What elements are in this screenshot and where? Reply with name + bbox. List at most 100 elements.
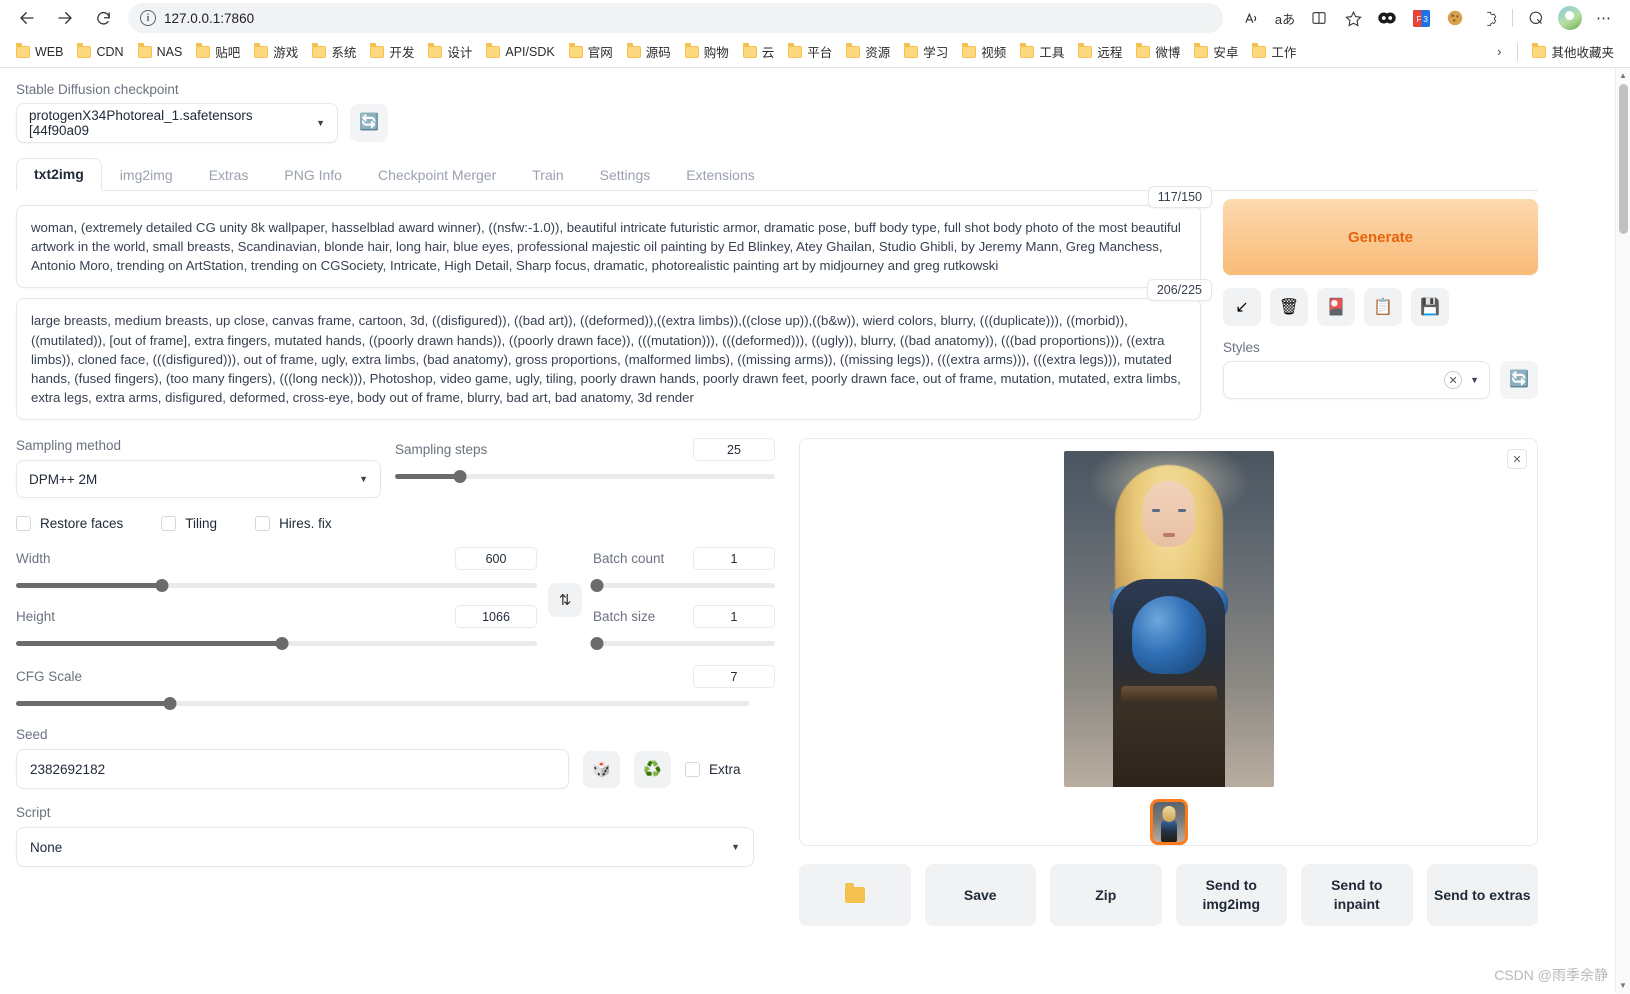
refresh-checkpoints-button[interactable]: 🔄: [350, 104, 388, 142]
sampling-method-select[interactable]: DPM++ 2M ▼: [16, 460, 381, 499]
open-folder-button[interactable]: [799, 864, 911, 927]
bookmark-item[interactable]: 微博: [1130, 39, 1186, 64]
seed-input[interactable]: 2382692182: [16, 749, 569, 790]
tab-img2img[interactable]: img2img: [102, 159, 191, 191]
close-icon[interactable]: ✕: [1507, 449, 1527, 470]
bookmark-item[interactable]: 安卓: [1188, 39, 1244, 64]
bookmark-item[interactable]: 工作: [1246, 39, 1302, 64]
bookmark-item[interactable]: 工具: [1014, 39, 1070, 64]
recycle-reuse-icon[interactable]: ♻️: [634, 750, 671, 788]
bookmark-item[interactable]: 贴吧: [190, 39, 246, 64]
bookmark-item[interactable]: 购物: [679, 39, 735, 64]
forward-arrow-icon[interactable]: [48, 3, 82, 33]
arrow-paste-icon[interactable]: ↙: [1223, 288, 1261, 326]
bookmark-item[interactable]: API/SDK: [480, 42, 560, 62]
folder-icon: [1252, 42, 1267, 58]
send-to-extras-button[interactable]: Send to extras: [1426, 864, 1538, 927]
bookmark-item[interactable]: 官网: [563, 39, 619, 64]
tab-extensions[interactable]: Extensions: [668, 159, 772, 191]
bookmark-item[interactable]: WEB: [10, 42, 69, 62]
batch-count-value[interactable]: 1: [693, 547, 775, 571]
hires-fix-checkbox[interactable]: Hires. fix: [255, 516, 332, 532]
sampling-steps-slider[interactable]: [395, 468, 775, 484]
bookmark-item[interactable]: 远程: [1072, 39, 1128, 64]
width-value[interactable]: 600: [455, 547, 537, 571]
send-to-inpaint-button[interactable]: Send to inpaint: [1301, 864, 1413, 927]
negative-prompt-input[interactable]: large breasts, medium breasts, up close,…: [16, 298, 1201, 421]
folder-icon: [254, 42, 269, 58]
clear-x-icon[interactable]: ✕: [1444, 371, 1463, 389]
batch-count-slider[interactable]: [590, 577, 775, 593]
bookmark-item[interactable]: 平台: [782, 39, 838, 64]
bookmark-item[interactable]: 云: [737, 39, 781, 64]
bookmark-item[interactable]: 资源: [840, 39, 896, 64]
bookmark-item[interactable]: 系统: [306, 39, 362, 64]
tab-txt2img[interactable]: txt2img: [16, 158, 102, 191]
other-bookmarks-button[interactable]: 其他收藏夹: [1526, 39, 1620, 64]
bookmark-item[interactable]: 视频: [956, 39, 1012, 64]
scroll-down-arrow[interactable]: ▼: [1616, 978, 1630, 993]
translate-icon[interactable]: aあ: [1269, 3, 1301, 33]
bookmark-item[interactable]: NAS: [132, 42, 189, 62]
generate-button[interactable]: Generate: [1223, 199, 1538, 275]
cfg-value[interactable]: 7: [693, 665, 775, 689]
result-thumbnail[interactable]: [1149, 799, 1188, 846]
save-button[interactable]: Save: [924, 864, 1036, 927]
page-scrollbar[interactable]: ▲ ▼: [1615, 68, 1630, 993]
bookmark-item[interactable]: 学习: [898, 39, 954, 64]
sampling-steps-value[interactable]: 25: [693, 438, 775, 462]
script-select[interactable]: None ▼: [16, 827, 754, 868]
tab-extras[interactable]: Extras: [191, 159, 267, 191]
bookmark-item[interactable]: 源码: [621, 39, 677, 64]
extension-f3-icon[interactable]: F3: [1405, 3, 1437, 33]
tab-train[interactable]: Train: [514, 159, 581, 191]
refresh-styles-button[interactable]: 🔄: [1500, 361, 1538, 399]
tab-settings[interactable]: Settings: [582, 159, 669, 191]
dice-random-icon[interactable]: 🎲: [583, 750, 620, 788]
swap-dimensions-icon[interactable]: ⇅: [548, 583, 582, 618]
browser-essentials-icon[interactable]: [1473, 3, 1505, 33]
save-style-icon[interactable]: 💾: [1411, 288, 1449, 326]
trash-icon[interactable]: 🗑: [1270, 288, 1308, 326]
checkpoint-select[interactable]: protogenX34Photoreal_1.safetensors [44f9…: [16, 103, 338, 143]
bookmark-item[interactable]: CDN: [71, 42, 129, 62]
width-slider[interactable]: [16, 577, 537, 593]
back-arrow-icon[interactable]: [10, 3, 44, 33]
hires-fix-label: Hires. fix: [279, 516, 332, 532]
apply-style-icon[interactable]: 📋: [1364, 288, 1402, 326]
scroll-up-arrow[interactable]: ▲: [1616, 68, 1630, 83]
tiling-checkbox[interactable]: Tiling: [161, 516, 217, 532]
read-aloud-icon[interactable]: [1235, 3, 1267, 33]
collections-icon[interactable]: [1371, 3, 1403, 33]
bookmark-item[interactable]: 开发: [364, 39, 420, 64]
site-info-icon[interactable]: i: [140, 10, 156, 26]
styles-select[interactable]: ✕ ▼: [1223, 361, 1490, 399]
add-favorite-icon[interactable]: [1337, 3, 1369, 33]
address-bar[interactable]: i 127.0.0.1:7860: [128, 3, 1223, 33]
extra-networks-icon[interactable]: 🎴: [1317, 288, 1355, 326]
zip-button[interactable]: Zip: [1050, 864, 1162, 927]
send-to-img2img-button[interactable]: Send to img2img: [1175, 864, 1287, 927]
positive-prompt-wrap: 117/150 woman, (extremely detailed CG un…: [16, 186, 1212, 289]
extra-seed-checkbox[interactable]: Extra: [685, 761, 741, 777]
cookie-icon[interactable]: [1439, 3, 1471, 33]
restore-faces-checkbox[interactable]: Restore faces: [16, 516, 123, 532]
split-screen-icon[interactable]: [1303, 3, 1335, 33]
reload-icon[interactable]: [86, 3, 120, 33]
tab-checkpoint-merger[interactable]: Checkpoint Merger: [360, 159, 514, 191]
positive-prompt-input[interactable]: woman, (extremely detailed CG unity 8k w…: [16, 205, 1201, 289]
cfg-slider[interactable]: [16, 695, 749, 711]
tab-png-info[interactable]: PNG Info: [266, 159, 360, 191]
bookmark-item[interactable]: 游戏: [248, 39, 304, 64]
height-value[interactable]: 1066: [455, 605, 537, 629]
bookmark-item[interactable]: 设计: [422, 39, 478, 64]
height-slider[interactable]: [16, 635, 537, 651]
generated-image[interactable]: [1063, 451, 1274, 788]
batch-size-slider[interactable]: [590, 635, 775, 651]
bookmarks-overflow-icon[interactable]: ›: [1489, 42, 1509, 61]
screenshot-icon[interactable]: [1520, 3, 1552, 33]
batch-size-value[interactable]: 1: [693, 605, 775, 629]
profile-avatar[interactable]: [1554, 3, 1586, 33]
settings-more-icon[interactable]: ⋯: [1588, 3, 1620, 33]
scrollbar-thumb[interactable]: [1619, 84, 1628, 234]
